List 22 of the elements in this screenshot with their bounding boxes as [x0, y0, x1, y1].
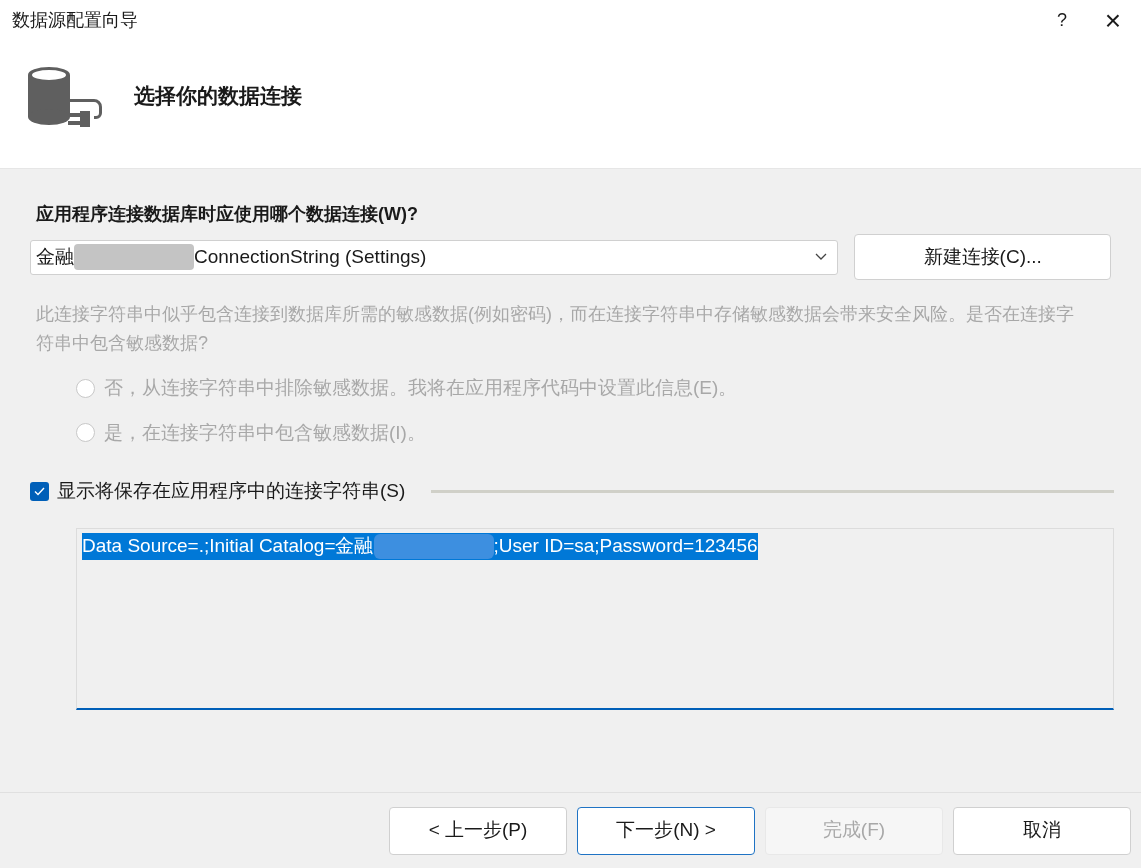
checkbox-label: 显示将保存在应用程序中的连接字符串(S)	[57, 479, 406, 503]
connection-string-box[interactable]: Data Source=.;Initial Catalog=金融 ;User ID=sa;Password=123456	[76, 527, 1114, 710]
radio-label: 是，在连接字符串中包含敏感数据(I)。	[104, 420, 426, 445]
radio-label: 否，从连接字符串中排除敏感数据。我将在应用程序代码中设置此信息(E)。	[104, 376, 738, 400]
wizard-button[interactable]: 下一步(N) >	[577, 806, 755, 855]
checkbox[interactable]	[30, 481, 49, 501]
wizard-button[interactable]: < 上一步(P)	[389, 806, 567, 855]
chevron-down-icon	[815, 253, 828, 261]
connection-string-text: ;User ID=sa;Password=123456	[493, 533, 758, 558]
help-button[interactable]: ?	[1039, 0, 1085, 40]
checkmark-icon	[34, 486, 45, 496]
page-heading: 选择你的数据连接	[134, 83, 302, 109]
connection-string-text: Data Source=.;Initial Catalog=金融	[82, 533, 374, 558]
close-button[interactable]: ×	[1085, 0, 1141, 40]
connection-dropdown[interactable]: 金融 ConnectionString (Settings)	[30, 239, 839, 275]
wizard-button[interactable]: 取消	[953, 806, 1131, 855]
window-title: 数据源配置向导	[12, 8, 138, 32]
dropdown-value: 金融	[36, 244, 74, 269]
dropdown-value: ConnectionString (Settings)	[194, 244, 427, 269]
sensitive-data-note: 此连接字符串中似乎包含连接到数据库所需的敏感数据(例如密码)，而在连接字符串中存储敏感数据会带来安全风险。是否在连接字符串中包含敏感数据?	[35, 303, 1075, 355]
connection-label: 应用程序连接数据库时应使用哪个数据连接(W)?	[35, 203, 419, 226]
new-connection-button[interactable]: 新建连接(C)...	[854, 234, 1111, 280]
